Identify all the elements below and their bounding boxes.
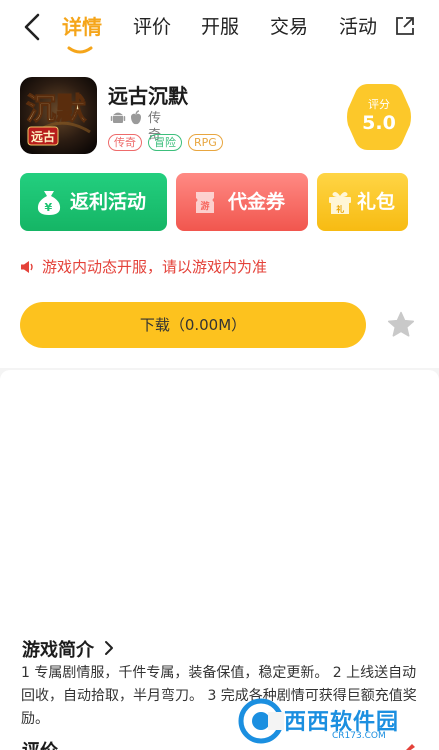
chevron-right-icon[interactable] xyxy=(102,639,116,657)
tab-active-indicator xyxy=(67,46,93,54)
tag-badge: RPG xyxy=(188,134,223,151)
gift-pack-button[interactable]: 礼 礼包 xyxy=(317,173,408,231)
share-icon[interactable] xyxy=(394,15,416,37)
download-button[interactable]: 下载（0.00M） xyxy=(20,302,366,348)
watermark-logo-icon xyxy=(238,698,284,744)
intro-title[interactable]: 游戏简介 xyxy=(22,636,94,662)
speaker-icon xyxy=(21,261,33,273)
voucher-icon: 游 xyxy=(196,192,214,213)
top-nav-bar: 详情 评价 开服 交易 活动 xyxy=(0,0,439,58)
details-card: 游戏简介 1 专属剧情服，千件专属，装备保值，稳定更新。 2 上线送自动回收，自… xyxy=(0,370,439,750)
svg-text:礼: 礼 xyxy=(336,204,344,214)
tag-badge: 冒险 xyxy=(148,134,182,151)
score-value: 5.0 xyxy=(362,112,396,134)
apple-icon xyxy=(131,110,141,125)
watermark-subtext: CR173.COM xyxy=(332,731,386,741)
score-label: 评分 xyxy=(368,98,390,111)
svg-text:沉默: 沉默 xyxy=(26,92,87,127)
site-watermark: 西西软件园 CR173.COM xyxy=(238,696,428,746)
money-bag-icon: ¥ xyxy=(37,191,61,215)
svg-text:游: 游 xyxy=(201,200,210,212)
tab-servers[interactable]: 开服 xyxy=(201,12,239,42)
tab-details[interactable]: 详情 xyxy=(62,12,102,42)
rebate-activity-label: 返利活动 xyxy=(70,191,147,213)
voucher-button[interactable]: 游 代金券 xyxy=(176,173,308,231)
rebate-activity-button[interactable]: ¥ 返利活动 xyxy=(20,173,167,231)
reviews-title: 评价 xyxy=(22,737,58,750)
game-title: 远古沉默 xyxy=(108,84,188,108)
gift-pack-label: 礼包 xyxy=(357,191,396,213)
gift-box-icon: 礼 xyxy=(329,192,351,214)
game-icon: 沉默 远古 xyxy=(20,77,97,154)
back-arrow-icon[interactable] xyxy=(18,12,48,42)
tab-events[interactable]: 活动 xyxy=(339,12,377,42)
game-logo-image: 沉默 远古 xyxy=(20,77,97,154)
svg-text:¥: ¥ xyxy=(45,201,53,214)
tag-badge: 传奇 xyxy=(108,134,142,151)
voucher-label: 代金券 xyxy=(228,191,286,213)
game-header: 沉默 远古 远古沉默 传奇 传奇 冒险 RPG 评分 5.0 ¥ 返利活动 游 … xyxy=(0,58,439,368)
android-icon xyxy=(110,112,126,123)
score-badge: 评分 5.0 xyxy=(346,82,412,152)
favorite-star-icon[interactable] xyxy=(386,310,416,340)
notice-text: 游戏内动态开服，请以游戏内为准 xyxy=(42,258,268,276)
tab-trade[interactable]: 交易 xyxy=(270,12,308,42)
tab-reviews[interactable]: 评价 xyxy=(133,12,171,42)
svg-text:远古: 远古 xyxy=(31,129,55,144)
tab-bar: 详情 评价 开服 交易 活动 xyxy=(58,12,388,54)
